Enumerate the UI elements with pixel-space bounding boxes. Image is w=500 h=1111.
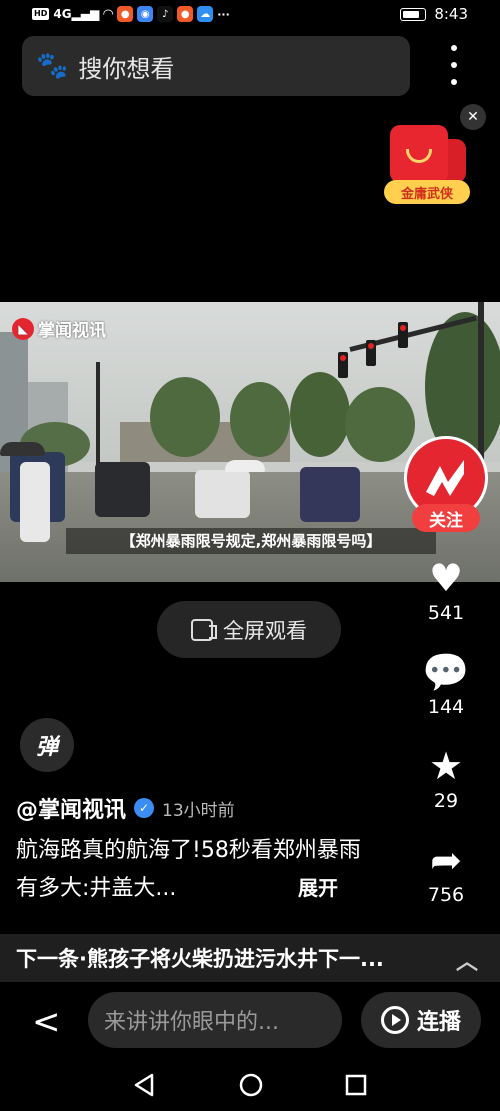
fullscreen-button[interactable]: 全屏观看 — [157, 601, 341, 658]
network-type: 4G — [53, 7, 72, 21]
more-notifications: ··· — [217, 7, 230, 21]
comment-placeholder: 来讲讲你眼中的... — [104, 1010, 279, 1035]
promo-label: 金庸武侠 — [384, 180, 470, 204]
baidu-paw-icon: 🐾 — [36, 51, 69, 81]
autoplay-icon — [380, 1006, 409, 1034]
video-caption: 【郑州暴雨限号规定,郑州暴雨限号吗】 — [66, 528, 436, 554]
next-video-bar[interactable]: 下一条·熊孩子将火柴扔进污水井下一... ︿ — [0, 934, 500, 982]
system-nav-bar — [0, 1062, 500, 1111]
fullscreen-icon — [191, 618, 217, 641]
like-button[interactable]: ♥ 541 — [416, 556, 476, 624]
weibo-app-icon: ● — [117, 6, 134, 22]
cloud-app-icon: ☁ — [197, 6, 214, 22]
nav-recents-icon[interactable] — [344, 1072, 368, 1102]
traffic-light — [338, 352, 348, 378]
red-envelope-promo[interactable]: 金庸武侠 — [384, 125, 472, 207]
favorite-count: 29 — [433, 790, 459, 812]
video-watermark: ◣ 掌闻视讯 — [12, 316, 106, 341]
comment-button[interactable]: 💬 144 — [416, 650, 476, 718]
browser-app-icon: ◉ — [137, 6, 154, 22]
follow-button[interactable]: 关注 — [412, 504, 480, 532]
traffic-light — [398, 322, 408, 348]
search-placeholder: 搜你想看 — [78, 54, 175, 83]
chevron-up-icon[interactable]: ︿ — [456, 944, 478, 976]
verified-icon: ✓ — [134, 798, 155, 818]
weibo-app-icon-2: ● — [177, 6, 194, 22]
like-count: 541 — [427, 602, 465, 624]
wifi-icon: ◠ — [103, 6, 114, 22]
autoplay-button[interactable]: 连播 — [361, 992, 481, 1048]
comment-count: 144 — [427, 696, 465, 718]
traffic-light — [366, 340, 376, 366]
search-bar[interactable]: 🐾 搜你想看 — [22, 36, 410, 96]
author-logo-icon — [426, 460, 464, 496]
more-menu-icon[interactable] — [446, 45, 462, 85]
share-button[interactable]: ➦ 756 — [416, 838, 476, 906]
author-name[interactable]: @掌闻视讯 — [16, 792, 126, 824]
nav-home-icon[interactable] — [238, 1072, 264, 1102]
red-envelope-icon — [390, 125, 448, 183]
share-arrow-icon: ➦ — [430, 838, 462, 882]
star-icon: ★ — [428, 744, 464, 788]
status-bar: HD 4G▂▄▆ ◠ ● ◉ ♪ ● ☁ ··· 8:43 — [0, 0, 500, 32]
hd-indicator: HD — [32, 8, 50, 20]
next-video-title: 下一条·熊孩子将火柴扔进污水井下一... — [16, 947, 384, 971]
post-time: 13小时前 — [162, 800, 235, 821]
battery-icon — [400, 7, 427, 21]
bottom-bar: < 来讲讲你眼中的... 连播 — [0, 982, 500, 1062]
back-arrow-icon[interactable]: < — [32, 1002, 61, 1042]
danmaku-toggle[interactable]: 弹 — [20, 718, 74, 772]
watermark-logo-icon: ◣ — [12, 317, 34, 340]
signal-icon: 4G▂▄▆ — [53, 7, 100, 21]
clock: 8:43 — [434, 5, 468, 23]
watermark-text: 掌闻视讯 — [38, 321, 106, 341]
expand-button[interactable]: 展开 — [298, 872, 338, 901]
heart-icon: ♥ — [428, 556, 464, 600]
share-count: 756 — [427, 884, 465, 906]
autoplay-label: 连播 — [416, 1010, 461, 1035]
tiktok-app-icon: ♪ — [157, 6, 174, 22]
comment-input[interactable]: 来讲讲你眼中的... — [88, 992, 342, 1048]
nav-back-icon[interactable] — [132, 1072, 156, 1102]
author-info: @掌闻视讯 ✓ 13小时前 — [16, 792, 235, 824]
favorite-button[interactable]: ★ 29 — [416, 744, 476, 812]
comment-bubble-icon: 💬 — [422, 650, 470, 694]
fullscreen-label: 全屏观看 — [223, 618, 307, 643]
